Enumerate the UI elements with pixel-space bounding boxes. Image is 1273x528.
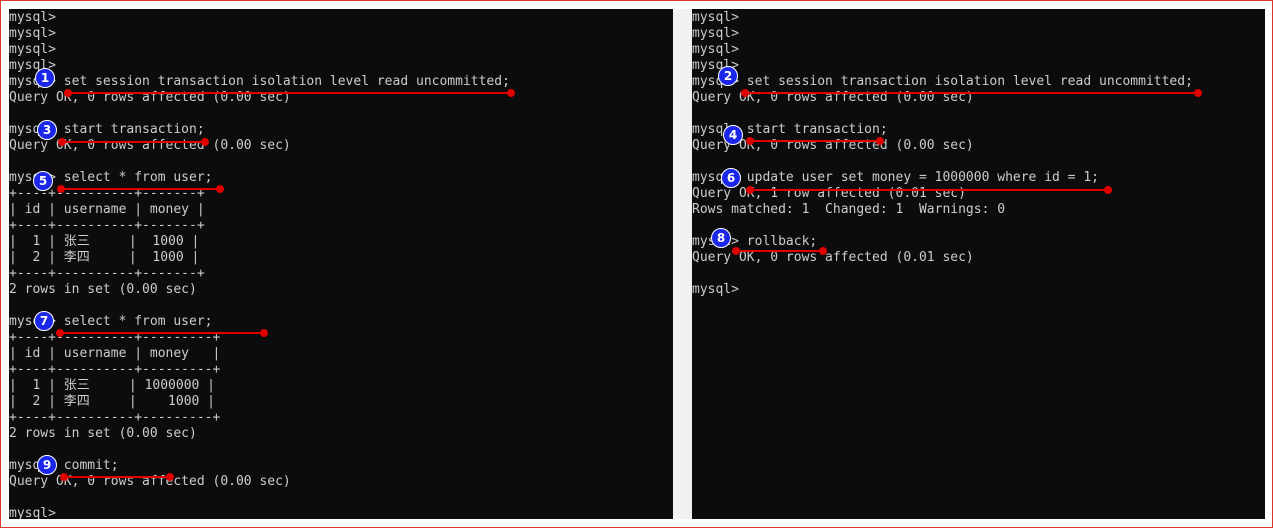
terminal-left-line: mysql> [9, 10, 56, 25]
step-badge-5: 5 [33, 171, 53, 191]
terminal-right-line: mysql> [692, 282, 739, 297]
terminal-left-line: | id | username | money | [9, 346, 221, 361]
step-badge-4: 4 [723, 125, 743, 145]
annotation-line-9 [60, 473, 174, 481]
annotation-line-3 [58, 138, 209, 146]
terminal-left-line: +----+----------+-------+ [9, 218, 205, 233]
terminal-left-line: mysql> [9, 26, 56, 41]
annotation-line-1 [64, 89, 515, 97]
terminal-right-line: mysql> update user set money = 1000000 w… [692, 170, 1099, 185]
annotation-line-4 [746, 137, 884, 145]
terminal-right[interactable]: mysql> mysql> mysql> mysql> mysql> set sessi… [692, 9, 1265, 519]
terminal-left-line: | 2 | 李四 | 1000 | [9, 250, 200, 265]
terminal-left-line: | 2 | 李四 | 1000 | [9, 394, 216, 409]
terminal-left-line: mysql> set session transaction isolation… [9, 74, 510, 89]
terminal-left-line: 2 rows in set (0.00 sec) [9, 282, 197, 297]
terminal-left-line: | 1 | 张三 | 1000000 | [9, 378, 216, 393]
step-badge-7: 7 [34, 311, 54, 331]
terminal-right-line: Rows matched: 1 Changed: 1 Warnings: 0 [692, 202, 1006, 217]
annotation-line-2 [741, 89, 1202, 97]
terminal-left[interactable]: mysql> mysql> mysql> mysql> mysql> set sessi… [9, 9, 673, 519]
terminal-right-line: mysql> [692, 26, 739, 41]
terminal-left-line: mysql> [9, 42, 56, 57]
step-badge-6: 6 [721, 168, 741, 188]
annotation-line-7 [56, 329, 268, 337]
annotation-line-8 [732, 247, 827, 255]
step-badge-2: 2 [718, 66, 738, 86]
terminal-right-line: mysql> set session transaction isolation… [692, 74, 1193, 89]
step-badge-9: 9 [37, 455, 57, 475]
terminal-right-line: mysql> start transaction; [692, 122, 888, 137]
step-badge-8: 8 [711, 228, 731, 248]
window-divider [673, 9, 692, 519]
step-badge-3: 3 [37, 120, 57, 140]
terminal-left-line: +----+----------+---------+ [9, 362, 221, 377]
terminal-left-line: +----+----------+---------+ [9, 410, 221, 425]
terminal-left-line: | id | username | money | [9, 202, 205, 217]
terminal-left-line: | 1 | 张三 | 1000 | [9, 234, 200, 249]
annotation-line-5 [57, 185, 224, 193]
terminal-left-line: mysql> [9, 506, 74, 519]
terminal-left-line: +----+----------+-------+ [9, 266, 205, 281]
terminal-right-line: mysql> [692, 10, 739, 25]
annotation-line-6 [746, 186, 1112, 194]
terminal-right-line: mysql> [692, 42, 739, 57]
step-badge-1: 1 [35, 68, 55, 88]
terminal-left-line: mysql> commit; [9, 458, 119, 473]
terminal-left-line: 2 rows in set (0.00 sec) [9, 426, 197, 441]
